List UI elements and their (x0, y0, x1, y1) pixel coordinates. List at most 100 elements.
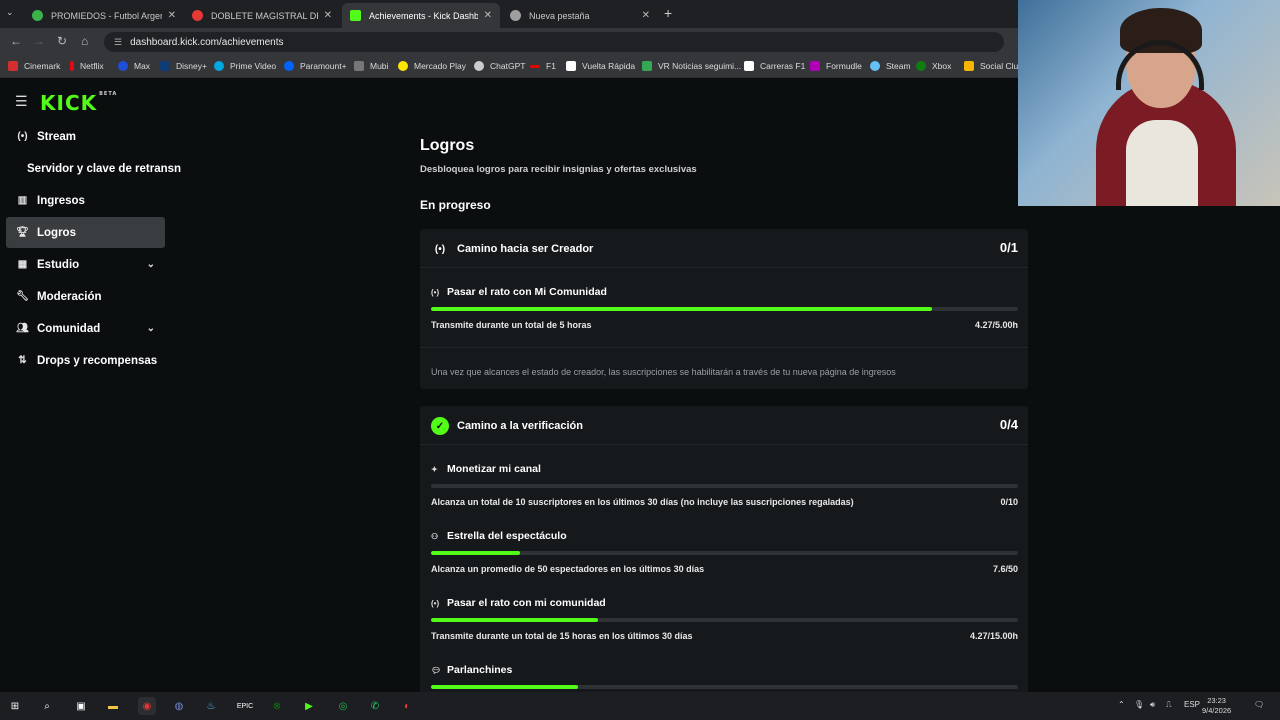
sidebar-item-label: Servidor y clave de retransn (27, 162, 182, 175)
network-icon[interactable]: ⎍ (1166, 700, 1172, 710)
notifications-icon[interactable]: 🗨︎ (1254, 700, 1264, 709)
progress-bar-fill (431, 618, 599, 622)
card-progress-count: 0/1 (999, 240, 1018, 255)
sidebar-item-server-key[interactable]: Servidor y clave de retransn (6, 153, 186, 184)
whatsapp-icon[interactable]: ✆ (366, 697, 384, 715)
bookmark-vuelta-rapida[interactable]: Vuelta Rápida (566, 61, 635, 71)
bookmark-paramount[interactable]: Paramount+ (284, 61, 347, 71)
kick-app-icon[interactable]: ▶ (300, 697, 318, 715)
bookmark-chatgpt[interactable]: ChatGPT (474, 61, 525, 71)
file-explorer-icon[interactable]: ▬ (104, 697, 122, 715)
discord-icon[interactable]: ◍ (170, 697, 188, 715)
page-title: Logros (420, 137, 475, 154)
chatgpt-icon (474, 61, 484, 71)
epic-games-icon[interactable]: EPIC (236, 697, 254, 715)
bookmark-prime[interactable]: Prime Video (214, 61, 276, 71)
sidebar-item-label: Drops y recompensas (37, 354, 158, 367)
site-info-icon[interactable]: ☰ (114, 37, 122, 48)
task-value: 0/10 (1000, 497, 1018, 507)
bookmark-netflix[interactable]: Netflix (70, 61, 104, 71)
bookmark-label: VR Noticias seguimi... (658, 61, 742, 71)
bookmark-social-club[interactable]: Social Club (964, 61, 1023, 71)
bookmark-vr-noticias[interactable]: VR Noticias seguimi... (642, 61, 741, 71)
sidebar-item-moderacion[interactable]: 🔧︎ Moderación (6, 281, 165, 312)
bookmark-label: Mubi (370, 61, 389, 71)
chrome-icon[interactable]: ◉ (138, 697, 156, 715)
bookmark-steam[interactable]: Steam (870, 61, 911, 71)
back-arrow-icon[interactable]: ← (10, 34, 22, 48)
search-icon[interactable]: ⌕ (38, 697, 56, 715)
bookmark-label: Social Club (980, 61, 1023, 71)
viewers-icon: ⚇ (431, 531, 439, 541)
tab-youtube[interactable]: DOBLETE MAGISTRAL DE WATK ✕ (184, 3, 340, 28)
chevron-down-icon[interactable]: ⌄ (147, 259, 155, 270)
sidebar-item-stream[interactable]: (•) Stream (6, 121, 165, 152)
cinemark-icon (8, 61, 18, 71)
bookmark-disney[interactable]: Disney+ (160, 61, 207, 71)
tab-search-icon[interactable]: ⌄ (6, 7, 14, 18)
bookmark-carreras-f1[interactable]: Carreras F1 (744, 61, 805, 71)
sidebar-item-label: Ingresos (37, 194, 85, 207)
steam-icon[interactable]: ♨ (202, 697, 220, 715)
xbox-icon (916, 61, 926, 71)
progress-bar-fill (431, 685, 578, 689)
close-icon[interactable]: ✕ (642, 10, 650, 21)
card-progress-count: 0/4 (999, 417, 1018, 432)
close-icon[interactable]: ✕ (484, 10, 492, 21)
bookmark-label: Prime Video (230, 61, 277, 71)
bookmark-mubi[interactable]: Mubi (354, 61, 388, 71)
close-icon[interactable]: ✕ (324, 10, 332, 21)
tab-promiedos[interactable]: PROMIEDOS - Futbol Argentino ✕ (24, 3, 184, 28)
sidebar-item-drops[interactable]: ⇅ Drops y recompensas (6, 345, 186, 376)
task-view-icon[interactable]: ▣ (72, 697, 90, 715)
trophy-icon: 🏆︎ (16, 227, 29, 238)
achievement-task: (•) Pasar el rato con Mi Comunidad Trans… (431, 286, 1018, 330)
bookmark-xbox[interactable]: Xbox (916, 61, 951, 71)
close-icon[interactable]: ✕ (168, 10, 176, 21)
hamburger-menu-icon[interactable]: ☰ (15, 93, 28, 110)
language-indicator[interactable]: ESP (1184, 700, 1200, 709)
tab-label: DOBLETE MAGISTRAL DE WATK (211, 10, 318, 21)
card-header: ✓ Camino a la verificación (431, 417, 583, 435)
bookmark-label: Mercado Play (414, 61, 466, 71)
tab-kick-achievements[interactable]: Achievements - Kick Dashboard ✕ (342, 3, 500, 28)
microphone-icon[interactable]: 🎙︎ (1134, 700, 1144, 709)
spotify-icon[interactable]: ◎ (334, 697, 352, 715)
xbox-icon[interactable]: ⊗ (268, 697, 286, 715)
tray-chevron-up-icon[interactable]: ⌃ (1118, 700, 1125, 709)
sidebar-item-label: Comunidad (37, 322, 101, 335)
card-title: Camino a la verificación (457, 420, 583, 432)
new-tab-plus-icon[interactable]: + (664, 5, 672, 21)
sidebar-item-logros[interactable]: 🏆︎ Logros (6, 217, 165, 248)
broadcast-icon: (•) (17, 131, 28, 142)
kick-logo[interactable]: KICK BETA (40, 91, 117, 115)
obs-icon[interactable]: ◐ (398, 697, 416, 715)
address-bar[interactable]: ☰ dashboard.kick.com/achievements (104, 32, 1004, 52)
forward-arrow-icon[interactable]: → (33, 34, 45, 48)
tab-new[interactable]: Nueva pestaña ✕ (502, 3, 658, 28)
sidebar-item-ingresos[interactable]: ▥ Ingresos (6, 185, 165, 216)
section-heading-in-progress: En progreso (420, 198, 491, 212)
sidebar-item-comunidad[interactable]: 👥︎ Comunidad ⌄ (6, 313, 165, 344)
sidebar-item-estudio[interactable]: ▦ Estudio ⌄ (6, 249, 165, 280)
system-clock[interactable]: 23:23 9/4/2026 (1202, 696, 1231, 716)
bookmark-f1[interactable]: F1 (530, 61, 556, 71)
promiedos-favicon-icon (32, 10, 43, 21)
chevron-down-icon[interactable]: ⌄ (147, 323, 155, 334)
bookmark-mercado-play[interactable]: Mercado Play (398, 61, 466, 71)
paramount-icon (284, 61, 294, 71)
bookmark-formudle[interactable]: Formudle (810, 61, 862, 71)
page-subtitle: Desbloquea logros para recibir insignias… (420, 164, 697, 175)
chrome-favicon-icon (510, 10, 521, 21)
volume-icon[interactable]: 🔊︎ (1150, 700, 1155, 710)
home-icon[interactable]: ⌂ (81, 34, 88, 48)
prime-icon (214, 61, 224, 71)
windows-start-icon[interactable]: ⊞ (6, 697, 24, 715)
reload-icon[interactable]: ↻ (57, 34, 67, 48)
tab-label: PROMIEDOS - Futbol Argentino (51, 10, 162, 21)
progress-bar-fill (431, 307, 933, 311)
bookmark-cinemark[interactable]: Cinemark (8, 61, 60, 71)
bookmark-max[interactable]: Max (118, 61, 150, 71)
progress-bar (431, 618, 1018, 622)
card-header: (•) Camino hacia ser Creador (431, 240, 593, 258)
